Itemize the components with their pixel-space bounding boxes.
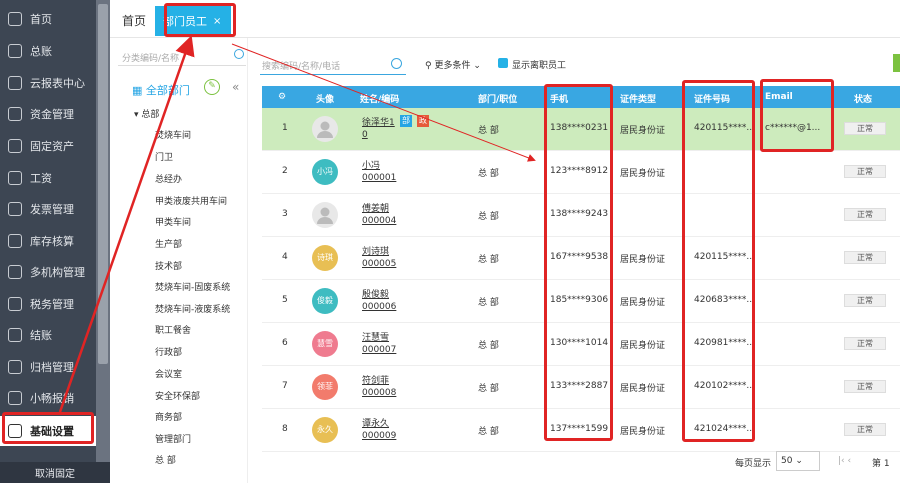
arrow-to-table	[231, 43, 536, 162]
annotation-arrows	[58, 35, 536, 413]
arrow-to-tab	[58, 35, 195, 413]
